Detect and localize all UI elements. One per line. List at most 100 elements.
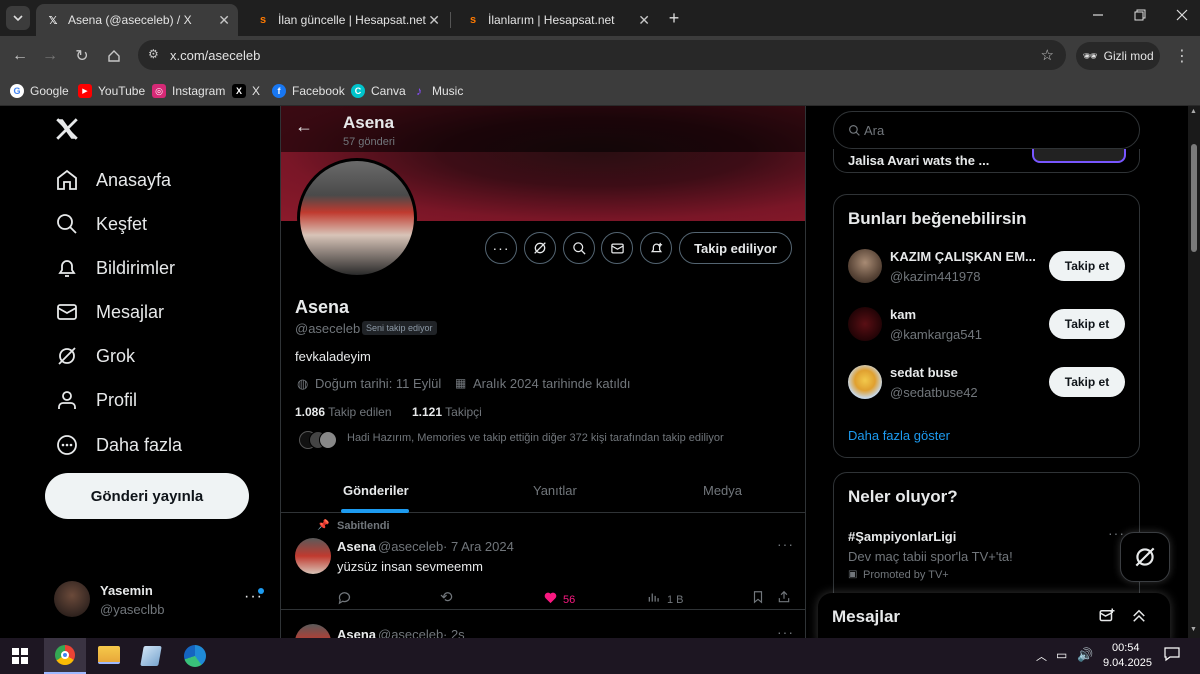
avatar[interactable] [295,538,331,574]
sidebar-item-mesajlar[interactable]: Mesajlar [54,297,164,327]
account-switcher[interactable]: Yasemin @yaseclbb ··· [54,580,266,620]
site-info-icon[interactable]: ⚙ [148,47,159,61]
post-author[interactable]: Asena [337,539,376,554]
facebook-icon: f [272,84,286,98]
post-button[interactable]: Gönderi yayınla [45,473,249,519]
address-bar[interactable]: ⚙ x.com/aseceleb ☆ [138,40,1066,70]
suggestion-row[interactable]: sedat buse @sedatbuse42 Takip et [834,361,1139,405]
grok-floating-button[interactable] [1120,532,1170,582]
post-time[interactable]: · 2s [443,627,465,638]
show-more-link[interactable]: Daha fazla göster [848,428,950,443]
following-stat[interactable]: 1.086 Takip edilen [295,405,392,419]
pinned-post[interactable]: 📌 Sabitlendi Asena @aseceleb · 7 Ara 202… [281,514,805,610]
volume-icon[interactable]: 🔊 [1077,647,1093,663]
sidebar-item-kesfet[interactable]: Keşfet [54,209,147,239]
sidebar-item-grok[interactable]: Grok [54,341,135,371]
share-icon[interactable] [777,590,791,609]
follow-button[interactable]: Takip et [1049,367,1125,397]
followers-stat[interactable]: 1.121 Takipçi [412,405,482,419]
bookmark-music[interactable]: ♪ Music [412,80,463,102]
like-icon[interactable] [543,590,558,610]
close-tab-icon[interactable]: ✕ [428,12,440,29]
tab-search-button[interactable] [6,6,30,30]
search-box[interactable]: Ara [833,111,1140,149]
notify-button[interactable] [640,232,672,264]
bookmark-x[interactable]: X X [232,80,260,102]
sidebar-item-anasayfa[interactable]: Anasayfa [54,165,171,195]
new-message-icon[interactable] [1098,607,1116,630]
post-author[interactable]: Asena [337,627,376,638]
bookmark-star-icon[interactable]: ☆ [1041,46,1054,64]
suggestion-row[interactable]: KAZIM ÇALIŞKAN EM... @kazim441978 Takip … [834,245,1139,289]
notification-center-icon[interactable] [1164,646,1180,667]
clock-date[interactable]: 9.04.2025 [1103,657,1152,669]
file-explorer-icon[interactable] [98,646,120,664]
repost-icon[interactable]: ⟲ [440,588,453,606]
views-icon[interactable] [647,590,661,609]
close-tab-icon[interactable]: ✕ [218,12,230,29]
sidebar-item-bildirimler[interactable]: Bildirimler [54,253,175,283]
windows-start-icon[interactable] [12,648,28,664]
tray-chevron-icon[interactable]: ︿ [1036,648,1047,664]
message-button[interactable] [601,232,633,264]
tab-yanitlar[interactable]: Yanıtlar [533,483,577,498]
new-tab-button[interactable]: + [664,8,684,28]
browser-tab-ilan-guncelle[interactable]: s İlan güncelle | Hesapsat.net ✕ [246,4,448,36]
page-scrollbar[interactable]: ▲ ▼ [1188,106,1200,638]
messages-drawer[interactable]: Mesajlar [818,593,1170,638]
pinned-label: Sabitlendi [337,520,390,532]
reload-icon[interactable]: ↻ [70,44,94,68]
scrollbar-down-arrow[interactable]: ▼ [1190,626,1197,633]
follow-button[interactable]: Takip et [1049,309,1125,339]
back-arrow-icon[interactable]: ← [295,116,313,137]
suggestion-row[interactable]: kam @kamkarga541 Takip et [834,303,1139,347]
bookmark-icon[interactable] [751,590,765,609]
grok-profile-button[interactable] [524,232,556,264]
bookmark-google[interactable]: G Google [10,80,69,102]
post-time[interactable]: · 7 Ara 2024 [443,539,514,554]
sidebar-item-daha-fazla[interactable]: Daha fazla [54,430,182,460]
x-logo-icon[interactable] [54,116,82,144]
scrollbar-thumb[interactable] [1191,144,1197,252]
tab-medya[interactable]: Medya [703,483,742,498]
search-profile-button[interactable] [563,232,595,264]
bookmark-canva[interactable]: C Canva [351,80,406,102]
browser-menu-icon[interactable]: ⋮ [1170,44,1194,68]
chrome-taskbar-icon[interactable] [44,638,86,674]
post-handle: @aseceleb [378,627,444,638]
post-more-icon[interactable]: ··· [777,536,794,552]
bookmark-instagram[interactable]: ◎ Instagram [152,80,225,102]
avatar[interactable] [295,624,331,638]
follow-button[interactable]: Takip et [1049,251,1125,281]
followed-by-text[interactable]: Hadi Hazırım, Memories ve takip ettiğin … [347,432,724,444]
forward-icon[interactable]: → [38,44,62,68]
bookmark-facebook[interactable]: f Facebook [272,80,345,102]
trend-item[interactable]: #ŞampiyonlarLigi ··· Dev maç tabii spor'… [834,525,1139,585]
notes-app-icon[interactable] [140,646,162,666]
maximize-button[interactable] [1130,8,1150,28]
home-browser-icon[interactable] [102,44,126,68]
following-button[interactable]: Takip ediliyor [679,232,792,264]
profile-avatar[interactable] [297,158,417,278]
incognito-badge[interactable]: 🕶 Gizli mod [1076,42,1160,70]
top-trend-item[interactable]: Jalisa Avari wats the ... [833,149,1140,173]
post-more-icon[interactable]: ··· [777,624,794,638]
scrollbar-up-arrow[interactable]: ▲ [1190,108,1197,115]
close-window-button[interactable] [1172,8,1192,28]
sidebar-item-profil[interactable]: Profil [54,385,137,415]
network-icon[interactable]: ▭ [1056,648,1067,662]
close-tab-icon[interactable]: ✕ [638,12,650,29]
minimize-button[interactable] [1088,8,1108,28]
tab-gonderiler[interactable]: Gönderiler [343,483,409,498]
post[interactable]: Asena @aseceleb · 2s ··· [281,612,805,638]
search-input[interactable]: Ara [864,123,884,138]
expand-icon[interactable] [1130,607,1148,630]
browser-tab-ilanlarim[interactable]: s İlanlarım | Hesapsat.net ✕ [456,4,658,36]
more-options-button[interactable]: ··· [485,232,517,264]
browser-tab-x-profile[interactable]: 𝕏 Asena (@aseceleb) / X ✕ [36,4,238,36]
edge-icon[interactable] [184,645,206,667]
back-icon[interactable]: ← [8,44,32,68]
reply-icon[interactable] [337,590,352,610]
clock-time[interactable]: 00:54 [1112,642,1140,654]
bookmark-youtube[interactable]: ▶ YouTube [78,80,145,102]
